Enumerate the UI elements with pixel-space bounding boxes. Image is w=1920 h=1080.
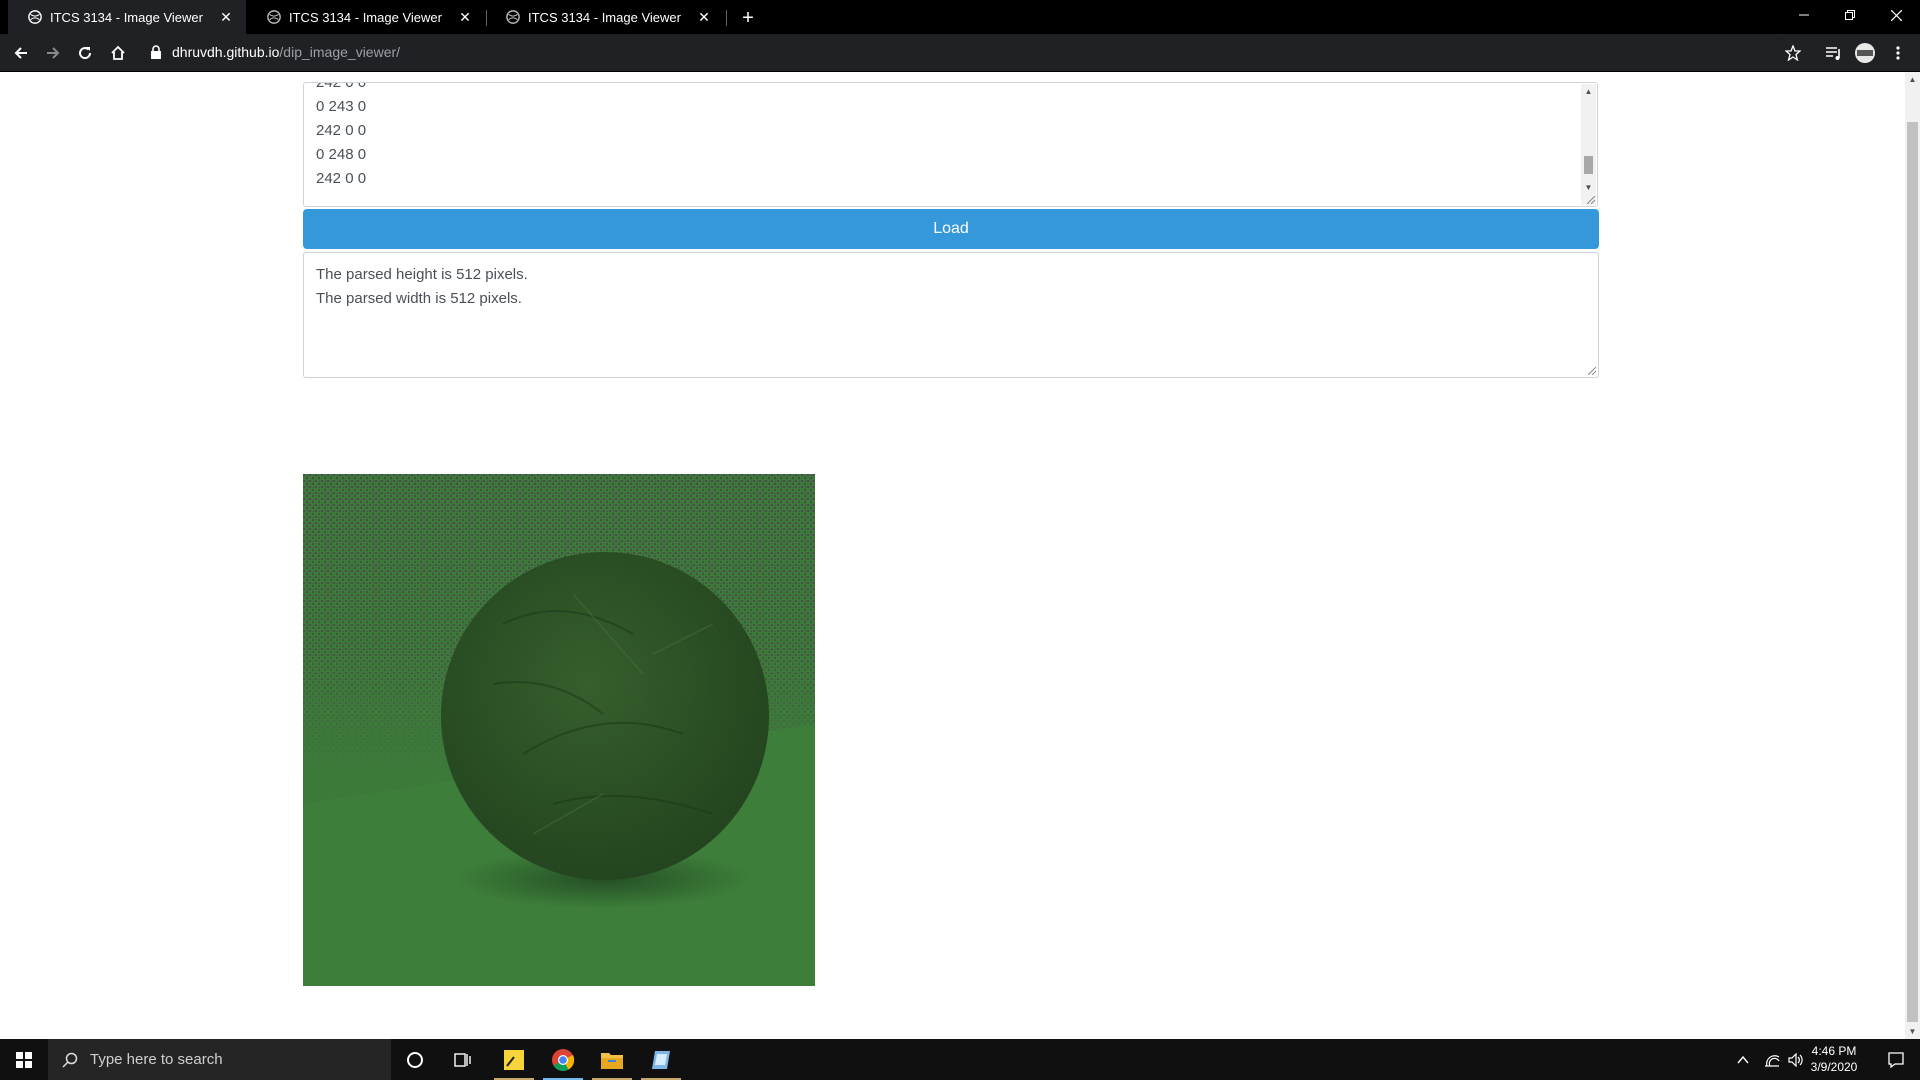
page-scrollbar[interactable]: ▲ ▼ — [1905, 72, 1920, 1039]
close-window-button[interactable] — [1873, 0, 1919, 30]
image-canvas — [303, 474, 815, 986]
tab-title: ITCS 3134 - Image Viewer — [289, 9, 442, 25]
new-tab-button[interactable]: + — [737, 7, 759, 29]
profile-avatar[interactable] — [1853, 41, 1877, 65]
back-button[interactable] — [9, 41, 33, 65]
scroll-up-arrow-icon[interactable]: ▲ — [1905, 72, 1920, 87]
tab-separator — [726, 10, 727, 26]
arrow-left-icon — [14, 47, 27, 59]
tab-title: ITCS 3134 - Image Viewer — [50, 9, 203, 25]
output-line-width: The parsed width is 512 pixels. — [316, 290, 522, 307]
close-tab-icon[interactable]: ✕ — [696, 9, 712, 25]
scroll-down-arrow-icon[interactable]: ▼ — [1581, 180, 1596, 195]
url-text: dhruvdh.github.io/dip_image_viewer/ — [172, 44, 400, 60]
menu-button[interactable] — [1886, 41, 1910, 65]
cortana-button[interactable] — [391, 1039, 439, 1080]
sticky-notes-app[interactable] — [490, 1039, 538, 1080]
home-button[interactable] — [106, 41, 130, 65]
chevron-up-icon[interactable] — [1736, 1053, 1750, 1067]
scroll-up-arrow-icon[interactable]: ▲ — [1581, 84, 1596, 99]
file-explorer-app[interactable] — [588, 1039, 636, 1080]
avatar-icon — [1855, 43, 1875, 63]
cortana-circle-icon — [407, 1051, 423, 1068]
folder-icon — [601, 1052, 623, 1069]
restore-icon — [1845, 10, 1855, 20]
taskbar-search[interactable]: Type here to search — [48, 1039, 391, 1080]
output-line-height: The parsed height is 512 pixels. — [316, 266, 528, 283]
task-view-button[interactable] — [439, 1039, 487, 1080]
reload-icon — [79, 47, 92, 60]
tab-strip: ITCS 3134 - Image Viewer ✕ ITCS 3134 - I… — [0, 0, 1920, 34]
windows-logo-icon — [16, 1051, 32, 1068]
url-host: dhruvdh.github.io — [172, 44, 280, 60]
playlist-icon — [1826, 47, 1840, 60]
task-view-icon — [454, 1052, 471, 1067]
pixel-line: 0 248 0 — [316, 146, 367, 163]
bookmark-star-button[interactable] — [1781, 41, 1805, 65]
action-center-button[interactable] — [1872, 1039, 1920, 1080]
more-vert-icon — [1896, 46, 1900, 60]
close-tab-icon[interactable]: ✕ — [457, 9, 473, 25]
tab-3[interactable]: ITCS 3134 - Image Viewer ✕ — [486, 0, 724, 34]
app-icon — [652, 1050, 670, 1069]
tab-2[interactable]: ITCS 3134 - Image Viewer ✕ — [247, 0, 485, 34]
star-icon — [1785, 45, 1801, 61]
pixel-line: 242 0 0 — [316, 170, 367, 187]
start-button[interactable] — [0, 1039, 48, 1080]
globe-icon — [267, 10, 281, 24]
browser-toolbar: dhruvdh.github.io/dip_image_viewer/ — [0, 34, 1920, 72]
chrome-app[interactable] — [539, 1039, 587, 1080]
restore-button[interactable] — [1827, 0, 1873, 30]
minimize-button[interactable] — [1781, 0, 1827, 30]
clock[interactable]: 4:46 PM 3/9/2020 — [1795, 1043, 1873, 1075]
chrome-icon — [552, 1048, 575, 1071]
network-icon[interactable] — [1764, 1053, 1780, 1067]
url-path: /dip_image_viewer/ — [279, 44, 401, 60]
home-icon — [111, 45, 125, 60]
tab-1[interactable]: ITCS 3134 - Image Viewer ✕ — [8, 0, 246, 34]
pixel-line: 242 0 0 — [316, 122, 367, 139]
globe-icon — [28, 10, 42, 24]
output-lines: The parsed height is 512 pixels. The par… — [316, 263, 528, 311]
search-icon — [62, 1052, 78, 1068]
forward-button[interactable] — [41, 41, 65, 65]
lock-icon — [151, 45, 161, 59]
pixel-lines: 242 0 0 0 243 0 242 0 0 0 248 0 242 0 0 — [316, 82, 367, 191]
pixel-line: 0 243 0 — [316, 98, 367, 115]
app-window[interactable] — [637, 1039, 685, 1080]
address-bar[interactable]: dhruvdh.github.io/dip_image_viewer/ — [138, 37, 1788, 67]
resize-grip-icon[interactable] — [1587, 196, 1595, 204]
output-textarea[interactable]: The parsed height is 512 pixels. The par… — [303, 252, 1599, 378]
close-tab-icon[interactable]: ✕ — [218, 9, 234, 25]
resize-grip-icon[interactable] — [1588, 367, 1596, 375]
windows-taskbar: Type here to search 4:46 PM 3/9/2020 — [0, 1039, 1920, 1080]
minimize-icon — [1799, 14, 1809, 16]
rendered-image — [303, 474, 815, 986]
sticky-notes-icon — [504, 1049, 524, 1070]
globe-icon — [506, 10, 520, 24]
load-button[interactable]: Load — [303, 209, 1599, 249]
notification-icon — [1888, 1051, 1904, 1068]
arrow-right-icon — [47, 47, 60, 59]
pixel-data-textarea[interactable]: 242 0 0 0 243 0 242 0 0 0 248 0 242 0 0 … — [303, 82, 1598, 207]
reload-button[interactable] — [73, 41, 97, 65]
clock-date: 3/9/2020 — [1810, 1060, 1858, 1074]
scroll-thumb[interactable] — [1584, 156, 1593, 174]
textarea-scrollbar[interactable]: ▲ ▼ — [1581, 84, 1596, 205]
page-scroll-thumb[interactable] — [1907, 122, 1918, 1022]
page-content: 242 0 0 0 243 0 242 0 0 0 248 0 242 0 0 … — [0, 72, 1905, 1039]
media-control-button[interactable] — [1822, 41, 1846, 65]
search-placeholder: Type here to search — [90, 1051, 223, 1068]
clock-time: 4:46 PM — [1811, 1044, 1857, 1058]
close-icon — [1890, 9, 1902, 21]
pixel-line: 242 0 0 — [316, 82, 367, 91]
scroll-down-arrow-icon[interactable]: ▼ — [1905, 1024, 1920, 1039]
tab-title: ITCS 3134 - Image Viewer — [528, 9, 681, 25]
system-tray — [1736, 1039, 1804, 1080]
